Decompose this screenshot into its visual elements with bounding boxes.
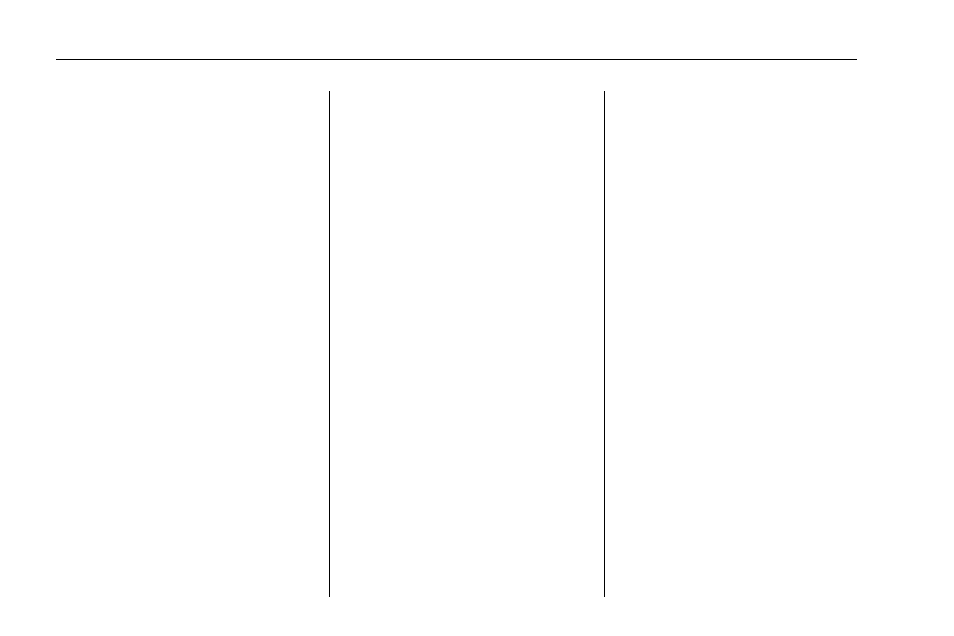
column-divider-1 — [329, 91, 330, 597]
horizontal-rule — [56, 59, 857, 60]
column-divider-2 — [604, 91, 605, 597]
